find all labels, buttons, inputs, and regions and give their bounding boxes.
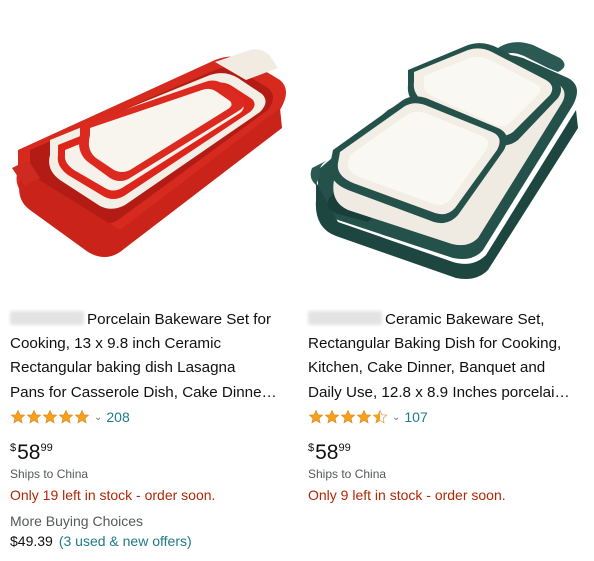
price-whole: 58 xyxy=(315,441,339,464)
star-rating[interactable] xyxy=(308,409,388,425)
product-title[interactable]: Porcelain Bakeware Set for Cooking, 13 x… xyxy=(10,308,292,405)
ships-to-text: Ships to China xyxy=(308,467,387,481)
product-card-2: Ceramic Bakeware Set, Rectangular Baking… xyxy=(308,0,590,561)
star-icon xyxy=(308,409,324,424)
price-currency: $ xyxy=(308,442,315,454)
price-currency: $ xyxy=(10,442,17,454)
star-icon xyxy=(324,409,340,424)
price[interactable]: $5899 xyxy=(308,436,351,465)
more-buying-offer: $49.39 (3 used & new offers) xyxy=(10,533,192,549)
more-buying-choices-label: More Buying Choices xyxy=(10,513,144,529)
star-icon xyxy=(356,409,372,424)
rating[interactable]: ⌄ 208 xyxy=(10,407,130,427)
green-bakeware-image[interactable] xyxy=(308,0,590,290)
offers-link[interactable]: (3 used & new offers) xyxy=(59,533,192,549)
star-icon xyxy=(10,409,26,424)
review-count-link[interactable]: 208 xyxy=(106,409,129,425)
rating[interactable]: ⌄ 107 xyxy=(308,407,428,427)
chevron-down-icon[interactable]: ⌄ xyxy=(392,412,400,423)
price-whole: 58 xyxy=(17,441,41,464)
price[interactable]: $5899 xyxy=(10,436,53,465)
offer-price: $49.39 xyxy=(10,533,53,549)
star-icon xyxy=(340,409,356,424)
review-count-link[interactable]: 107 xyxy=(404,409,427,425)
ships-to-text: Ships to China xyxy=(10,467,89,481)
redacted-brand xyxy=(308,311,382,325)
half-star-icon xyxy=(372,409,388,424)
red-bakeware-image[interactable] xyxy=(10,0,292,290)
star-icon xyxy=(26,409,42,424)
chevron-down-icon[interactable]: ⌄ xyxy=(94,412,102,423)
redacted-brand xyxy=(10,311,84,325)
stock-status: Only 19 left in stock - order soon. xyxy=(10,487,216,503)
star-rating[interactable] xyxy=(10,409,90,425)
price-fraction: 99 xyxy=(40,442,53,454)
product-title[interactable]: Ceramic Bakeware Set, Rectangular Baking… xyxy=(308,308,590,405)
price-fraction: 99 xyxy=(338,442,351,454)
star-icon xyxy=(74,409,90,424)
star-icon xyxy=(42,409,58,424)
product-card-1: Porcelain Bakeware Set for Cooking, 13 x… xyxy=(10,0,292,561)
stock-status: Only 9 left in stock - order soon. xyxy=(308,487,506,503)
star-icon xyxy=(58,409,74,424)
